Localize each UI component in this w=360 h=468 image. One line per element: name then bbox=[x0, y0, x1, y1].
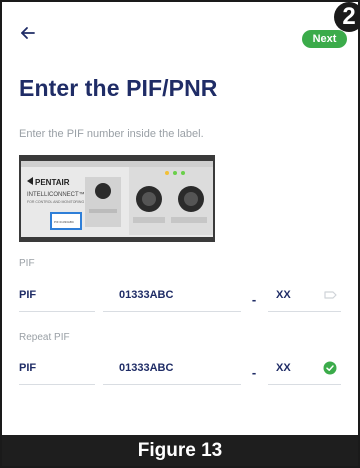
pif-field-label: PIF bbox=[19, 258, 35, 269]
pif-prefix-input[interactable]: PIF bbox=[19, 278, 95, 312]
brand-text: PENTAIR bbox=[35, 178, 70, 187]
repeat-pif-check-value: XX bbox=[276, 361, 291, 374]
repeat-pif-field-label: Repeat PIF bbox=[19, 332, 70, 343]
check-circle-icon bbox=[323, 361, 337, 375]
arrow-left-icon[interactable] bbox=[19, 24, 37, 42]
page-title: Enter the PIF/PNR bbox=[19, 75, 218, 101]
device-label-photo: PENTAIR INTELLICONNECT™ FOR CONTROL AND … bbox=[19, 155, 215, 242]
repeat-pif-input-row: PIF 01333ABC - XX bbox=[19, 351, 341, 385]
empty-badge-icon bbox=[323, 288, 337, 302]
pif-check-value: XX bbox=[276, 288, 291, 301]
figure-caption: Figure 13 bbox=[2, 435, 358, 466]
product-subtitle: FOR CONTROL AND MONITORING APP bbox=[27, 200, 93, 204]
pif-number-input[interactable]: 01333ABC bbox=[103, 278, 241, 312]
step-number-badge: 2 bbox=[334, 2, 360, 32]
pif-input-row: PIF 01333ABC - XX bbox=[19, 278, 341, 312]
app-screen: Next Enter the PIF/PNR Enter the PIF num… bbox=[0, 0, 360, 468]
next-button[interactable]: Next bbox=[302, 30, 347, 48]
repeat-pif-check-input[interactable]: XX bbox=[268, 351, 341, 385]
instruction-text: Enter the PIF number inside the label. bbox=[19, 128, 204, 140]
repeat-pif-dash-separator: - bbox=[251, 365, 257, 380]
repeat-pif-number-input[interactable]: 01333ABC bbox=[103, 351, 241, 385]
pif-dash-separator: - bbox=[251, 292, 257, 307]
pif-check-input[interactable]: XX bbox=[268, 278, 341, 312]
repeat-pif-prefix-input[interactable]: PIF bbox=[19, 351, 95, 385]
label-text: PIF 01333ABC bbox=[54, 220, 75, 224]
product-text: INTELLICONNECT™ bbox=[27, 191, 85, 198]
